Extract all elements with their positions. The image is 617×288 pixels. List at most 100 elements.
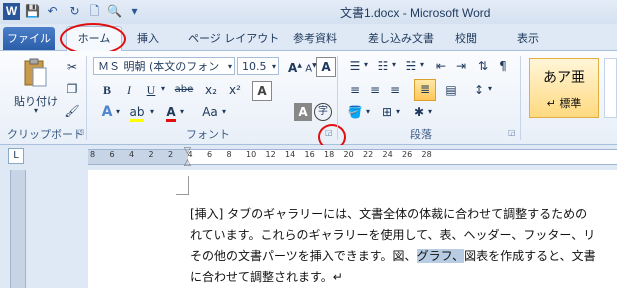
superscript-button[interactable]: x² [226,81,244,99]
vertical-ruler[interactable] [10,170,26,288]
font-color-dropdown-icon[interactable]: ▾ [180,107,184,116]
ruler-number: 6 [207,150,213,159]
asian-layout-icon[interactable]: ✱ [410,103,428,121]
doc-line-2[interactable]: れています。これらのギャラリーを使用して、表、ヘッダー、フッター、リ [190,226,595,243]
show-formatting-marks-icon[interactable]: ¶ [494,57,512,75]
doc-line-1[interactable]: [挿入] タブのギャラリーには、文書全体の体裁に合わせて調整するための [190,205,587,222]
italic-button[interactable]: I [120,81,138,99]
group-label-clipboard: クリップボード [7,128,84,141]
borders-icon[interactable]: ⊞ [378,103,396,121]
ruler-number: 10 [246,150,257,159]
group-separator [337,56,338,140]
numbering-icon[interactable]: ☷ [374,57,392,75]
ruler-number: 8 [226,150,232,159]
numbering-dropdown-icon[interactable]: ▾ [392,60,396,69]
justify-icon[interactable]: ≣ [414,79,436,101]
paste-dropdown-icon[interactable]: ▾ [34,106,38,115]
tab-insert[interactable]: 挿入 [137,30,159,46]
decrease-indent-icon[interactable]: ⇤ [432,57,450,75]
tab-file[interactable]: ファイル [3,27,55,50]
text-effects-dropdown-icon[interactable]: ▾ [116,107,120,116]
format-painter-icon[interactable]: 🖌 [63,102,81,120]
character-border-icon[interactable]: A [252,81,272,101]
new-document-icon[interactable]: 🗋 [86,3,103,20]
align-right-icon[interactable]: ≡ [386,81,404,99]
cut-icon[interactable]: ✂ [63,58,81,76]
text-effects-icon[interactable]: A [98,103,116,121]
undo-icon[interactable]: ↶ [44,3,61,20]
bullets-dropdown-icon[interactable]: ▾ [364,60,368,69]
asian-layout-dropdown-icon[interactable]: ▾ [428,107,432,116]
subscript-button[interactable]: x₂ [202,81,220,99]
ruler-number: 4 [187,150,193,159]
ruler-number: 16 [304,150,315,159]
line-spacing-icon[interactable]: ↕ [470,81,488,99]
paragraph-dialog-launcher-icon[interactable]: ◲ [508,128,516,137]
selected-text[interactable]: グラフ、 [416,249,465,263]
tab-mailings[interactable]: 差し込み文書 [368,30,434,46]
doc-line-3-start: その他の文書パーツを挿入できます。図、 [190,249,417,263]
paste-icon[interactable] [22,58,48,88]
change-case-dropdown-icon[interactable]: ▾ [222,107,226,116]
style-next-tile[interactable] [604,58,617,118]
font-size-dropdown-icon[interactable]: ▾ [272,57,280,75]
multilevel-dropdown-icon[interactable]: ▾ [420,60,424,69]
style-normal-tile[interactable]: あア亜 ↵ 標準 [529,58,599,118]
ruler-number: 2 [168,150,174,159]
distributed-icon[interactable]: ▤ [442,81,460,99]
window-title: 文書1.docx - Microsoft Word [340,6,491,20]
ruler-number: 22 [363,150,374,159]
tab-view[interactable]: 表示 [517,30,539,46]
clear-formatting-icon[interactable]: A [316,57,336,77]
font-size-value: 10.5 [242,60,267,73]
style-preview-text: あア亜 [543,70,585,86]
enclose-characters-icon[interactable]: 字 [314,103,332,121]
customize-quick-access-icon[interactable]: ▾ [126,3,143,20]
change-case-icon[interactable]: Aa [198,103,222,121]
underline-button[interactable]: U [142,81,160,99]
underline-dropdown-icon[interactable]: ▾ [161,84,165,93]
align-left-icon[interactable]: ≡ [346,81,364,99]
page-corner-mark [176,176,189,195]
sort-icon[interactable]: ⇅ [474,57,492,75]
group-label-font: フォント [186,128,230,141]
group-separator [86,56,87,140]
doc-line-4[interactable]: に合わせて調整されます。↵ [190,268,343,285]
ruler-number: 4 [129,150,135,159]
tab-selector[interactable]: L [8,148,24,164]
doc-line-3[interactable]: その他の文書パーツを挿入できます。図、グラフ、図表を作成すると、文書 [190,247,596,264]
align-center-icon[interactable]: ≡ [366,81,384,99]
font-family-combo[interactable]: ＭＳ 明朝 (本文のフォン [93,57,235,75]
ruler-number: 12 [265,150,276,159]
ruler-number: 18 [324,150,335,159]
ruler-number: 2 [148,150,154,159]
strikethrough-button[interactable]: abe [172,81,196,99]
bullets-icon[interactable]: ☰ [346,57,364,75]
style-name-label: ↵ 標準 [546,97,582,110]
increase-indent-icon[interactable]: ⇥ [452,57,470,75]
line-spacing-dropdown-icon[interactable]: ▾ [488,84,492,93]
shading-icon[interactable]: 🪣 [346,103,364,121]
redo-icon[interactable]: ↻ [66,3,83,20]
font-family-dropdown-icon[interactable]: ▾ [228,57,236,75]
font-color-icon[interactable]: A [162,103,180,122]
ruler-number: 14 [285,150,296,159]
copy-icon[interactable]: ❐ [63,80,81,98]
ruler-number: 26 [402,150,413,159]
highlight-dropdown-icon[interactable]: ▾ [150,107,154,116]
print-preview-icon[interactable]: 🔍 [106,3,123,20]
ruler-number: 24 [382,150,393,159]
borders-dropdown-icon[interactable]: ▾ [396,107,400,116]
multilevel-list-icon[interactable]: ☵ [402,57,420,75]
ruler-number: 20 [343,150,354,159]
clipboard-launcher-icon[interactable]: ◲ [78,128,85,136]
highlight-color-icon[interactable]: ab [128,103,146,122]
bold-button[interactable]: B [98,81,116,99]
save-icon[interactable]: 💾 [24,3,41,20]
tab-review[interactable]: 校閲 [455,30,477,46]
tab-page-layout[interactable]: ページ レイアウト [188,30,279,46]
character-shading-icon[interactable]: A [294,103,312,121]
tab-references[interactable]: 参考資料 [293,30,337,46]
word-app-icon[interactable]: W [3,3,20,20]
shading-dropdown-icon[interactable]: ▾ [366,107,370,116]
